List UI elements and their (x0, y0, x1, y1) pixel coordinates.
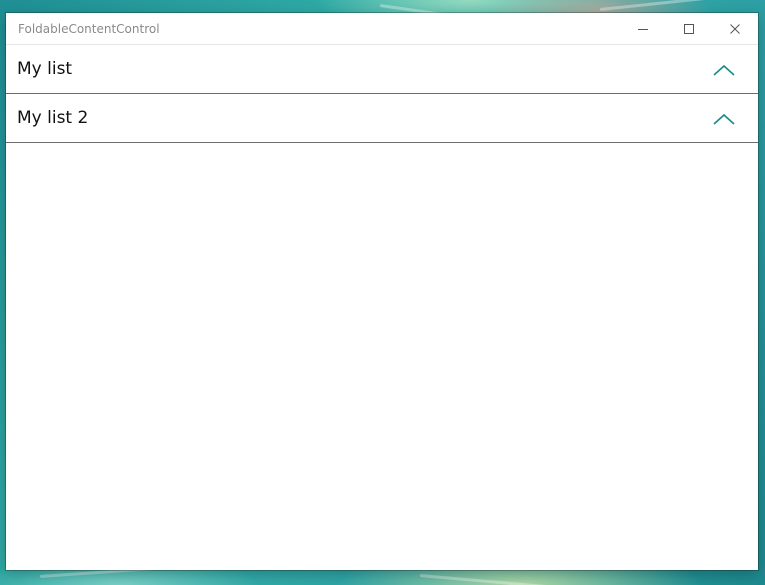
collapse-toggle-button[interactable] (710, 108, 738, 130)
app-window: FoldableContentControl My list My list 2 (6, 13, 758, 570)
wallpaper-streak (599, 0, 720, 11)
maximize-button[interactable] (666, 13, 712, 45)
close-button[interactable] (712, 13, 758, 45)
collapse-toggle-button[interactable] (710, 59, 738, 81)
section-title: My list 2 (17, 108, 89, 128)
title-bar[interactable]: FoldableContentControl (6, 13, 758, 45)
section-header-my-list-2[interactable]: My list 2 (6, 95, 758, 143)
section-title: My list (17, 59, 73, 79)
maximize-icon (684, 24, 694, 34)
content-area (6, 143, 758, 570)
minimize-icon (638, 29, 648, 30)
chevron-up-icon (713, 113, 735, 125)
wallpaper-streak (419, 574, 640, 585)
minimize-button[interactable] (620, 13, 666, 45)
window-title: FoldableContentControl (18, 22, 160, 36)
section-header-my-list[interactable]: My list (6, 46, 758, 94)
close-icon (730, 24, 740, 34)
chevron-up-icon (713, 64, 735, 76)
